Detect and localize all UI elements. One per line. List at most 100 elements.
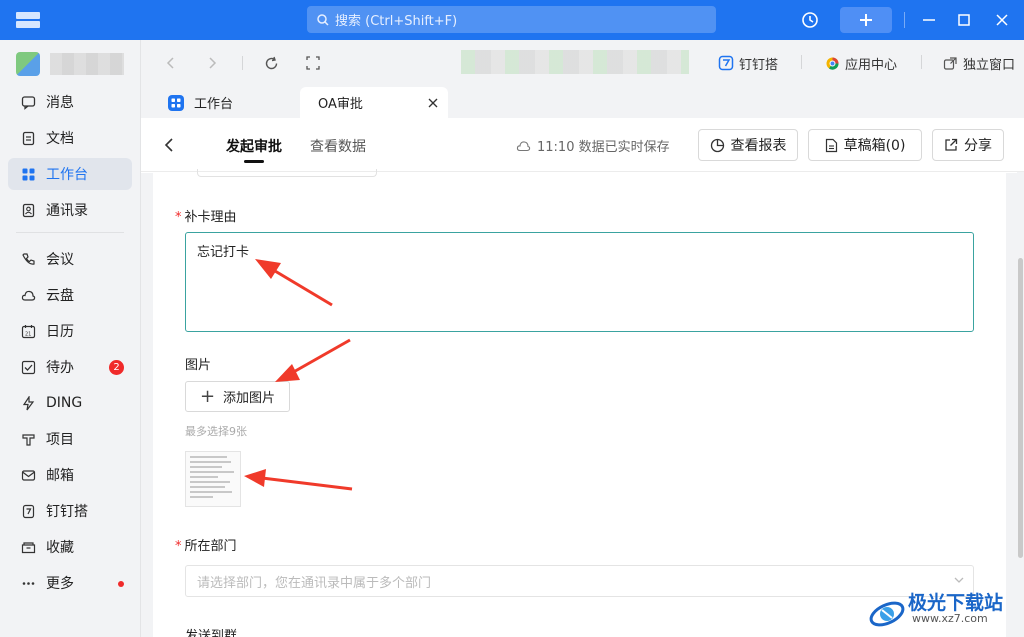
project-icon	[20, 431, 36, 447]
dept-field-label: * 所在部门	[175, 539, 237, 554]
plus-icon: +	[199, 386, 216, 407]
standalone-window-icon	[943, 56, 957, 70]
ding-icon	[20, 395, 36, 411]
sidebar-item-todo[interactable]: 待办 2	[8, 351, 132, 383]
sidebar-item-label: 钉钉搭	[46, 504, 88, 520]
drafts-button[interactable]: 草稿箱(0)	[808, 129, 922, 161]
reason-field-label: * 补卡理由	[175, 210, 237, 225]
sidebar-divider	[16, 232, 124, 233]
sidebar-item-docs[interactable]: 文档	[8, 122, 132, 154]
global-search-input[interactable]: 搜索 (Ctrl+Shift+F)	[307, 6, 716, 33]
sidebar-item-label: 待办	[46, 360, 74, 376]
sidebar-item-dingda[interactable]: 钉钉搭	[8, 495, 132, 527]
add-image-label: 添加图片	[223, 391, 276, 406]
draft-document-icon	[825, 138, 837, 152]
sidebar-nav: 消息 文档 工作台 通讯录 会议 云盘 21 日历 待办 2 DING 项目 邮…	[8, 86, 132, 603]
watermark-logo-icon	[869, 601, 905, 627]
approval-header: 发起审批 查看数据 11:10 数据已实时保存 查看报表 草稿箱(0) 分享	[141, 118, 1024, 172]
toolbar-divider	[921, 55, 922, 69]
user-profile[interactable]	[16, 52, 124, 76]
plus-icon	[860, 14, 872, 26]
sidebar-item-mail[interactable]: 邮箱	[8, 459, 132, 491]
sidebar-item-favorites[interactable]: 收藏	[8, 531, 132, 563]
tab-workbench[interactable]: 工作台	[168, 87, 298, 118]
sidebar-item-messages[interactable]: 消息	[8, 86, 132, 118]
watermark-url: www.xz7.com	[912, 612, 988, 625]
add-image-button[interactable]: + 添加图片	[185, 381, 290, 412]
refresh-icon[interactable]	[261, 53, 281, 73]
back-nav-icon[interactable]	[161, 53, 181, 73]
avatar[interactable]	[16, 52, 40, 76]
address-bar-blurred[interactable]	[461, 50, 689, 74]
message-icon	[20, 94, 36, 110]
tab-label: 工作台	[194, 97, 234, 112]
toolbar-divider	[242, 56, 243, 70]
minimize-icon[interactable]	[917, 8, 941, 32]
document-icon	[20, 130, 36, 146]
previous-field-edge	[197, 169, 377, 177]
history-icon[interactable]	[798, 8, 822, 32]
sidebar-item-label: 通讯录	[46, 203, 88, 219]
approval-content: 发起审批 查看数据 11:10 数据已实时保存 查看报表 草稿箱(0) 分享 *…	[141, 118, 1024, 637]
cloud-icon	[20, 287, 36, 303]
approval-form: * 补卡理由 忘记打卡 图片 + 添加图片 最多选择9张 * 所在部门 请选择部门，…	[153, 169, 1006, 637]
toolbar-divider	[801, 55, 802, 69]
scrollbar-thumb[interactable]	[1018, 258, 1023, 558]
dingda-icon	[20, 503, 36, 519]
contacts-icon	[20, 202, 36, 218]
share-icon	[945, 138, 958, 151]
close-tab-icon[interactable]	[428, 97, 438, 112]
watermark-text: 极光下载站	[908, 592, 1004, 614]
sidebar-item-label: 文档	[46, 131, 74, 147]
image-thumbnail[interactable]	[185, 451, 241, 507]
share-button[interactable]: 分享	[932, 129, 1004, 161]
reason-textarea[interactable]: 忘记打卡	[185, 232, 974, 332]
forward-nav-icon[interactable]	[202, 53, 222, 73]
dingda-icon	[718, 55, 734, 71]
sidebar-item-cloud[interactable]: 云盘	[8, 279, 132, 311]
tab-label: OA审批	[318, 97, 363, 112]
standalone-window-link[interactable]: 独立窗口	[943, 53, 1015, 73]
required-marker: *	[175, 539, 182, 554]
sidebar-item-label: 项目	[46, 432, 74, 448]
sidebar-item-label: 工作台	[46, 167, 88, 183]
sidebar-item-project[interactable]: 项目	[8, 423, 132, 455]
dept-select[interactable]: 请选择部门，您在通讯录中属于多个部门	[185, 565, 974, 597]
titlebar-divider	[904, 12, 905, 28]
add-button[interactable]	[840, 7, 892, 33]
dingda-link[interactable]: 钉钉搭	[718, 53, 778, 73]
back-arrow-icon[interactable]	[161, 136, 179, 154]
tab-initiate-approval[interactable]: 发起审批	[226, 136, 282, 156]
sidebar-item-ding[interactable]: DING	[8, 387, 132, 419]
more-notification-dot	[118, 581, 124, 587]
svg-text:21: 21	[25, 331, 31, 337]
tab-view-data[interactable]: 查看数据	[310, 136, 366, 156]
app-center-link[interactable]: 应用中心	[825, 53, 897, 73]
fullscreen-icon[interactable]	[303, 53, 323, 73]
todo-count-badge: 2	[109, 360, 124, 375]
search-placeholder: 搜索 (Ctrl+Shift+F)	[335, 14, 458, 29]
sidebar-item-contacts[interactable]: 通讯录	[8, 194, 132, 226]
sidebar-item-label: 日历	[46, 324, 74, 340]
sidebar-item-label: 更多	[46, 576, 74, 592]
dingda-link-label: 钉钉搭	[739, 57, 779, 73]
maximize-icon[interactable]	[952, 8, 976, 32]
watermark: 极光下载站 www.xz7.com	[866, 586, 1016, 634]
title-bar: 搜索 (Ctrl+Shift+F)	[0, 0, 1024, 40]
required-marker: *	[175, 210, 182, 225]
save-status: 11:10 数据已实时保存	[516, 136, 670, 155]
sidebar-item-label: 邮箱	[46, 468, 74, 484]
sidebar-item-calendar[interactable]: 21 日历	[8, 315, 132, 347]
close-window-icon[interactable]	[990, 8, 1014, 32]
mail-icon	[20, 467, 36, 483]
sidebar-item-label: DING	[46, 395, 83, 411]
user-name-blurred	[50, 53, 124, 75]
sidebar-item-more[interactable]: 更多	[8, 567, 132, 599]
standalone-window-label: 独立窗口	[963, 57, 1016, 73]
app-center-icon	[826, 57, 839, 70]
sidebar-item-workbench[interactable]: 工作台	[8, 158, 132, 190]
view-report-button[interactable]: 查看报表	[698, 129, 798, 161]
browser-toolbar: 钉钉搭 应用中心 独立窗口	[141, 40, 1024, 85]
sidebar-item-meeting[interactable]: 会议	[8, 243, 132, 275]
tab-oa-approval[interactable]: OA审批	[300, 87, 448, 118]
